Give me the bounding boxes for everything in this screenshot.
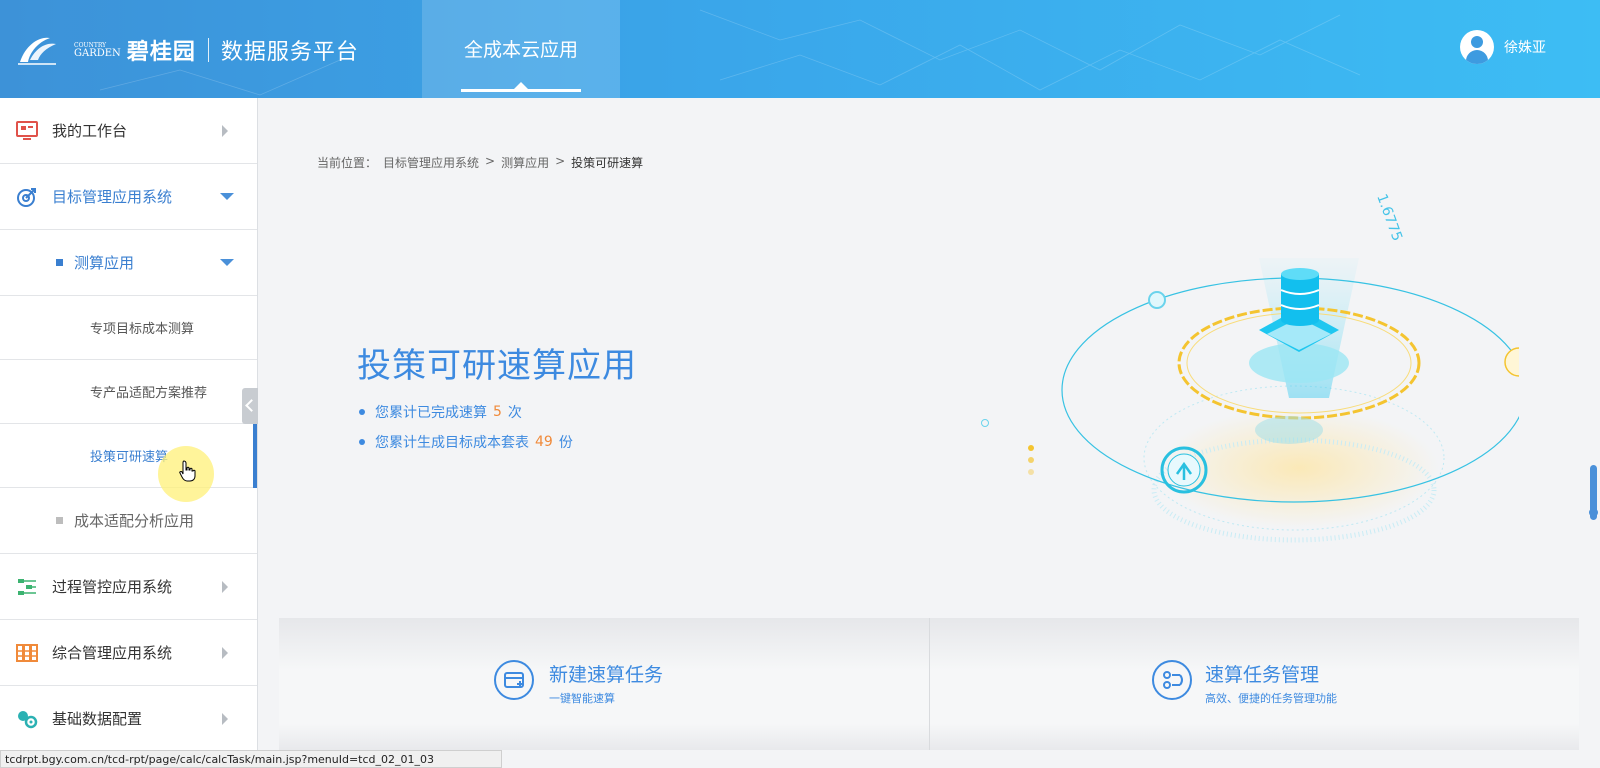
stat-unit: 份 bbox=[558, 435, 573, 451]
user-name: 徐姝亚 bbox=[1504, 40, 1546, 56]
process-icon bbox=[18, 578, 36, 595]
sidebar-item-label: 测算应用 bbox=[74, 254, 135, 272]
task-management-card[interactable]: 速算任务管理 高效、便捷的任务管理功能 bbox=[929, 618, 1579, 750]
hand-cursor-icon bbox=[179, 460, 196, 482]
logo-en-line2: GARDEN bbox=[74, 48, 121, 59]
breadcrumb-current: 投策可研速算 bbox=[571, 156, 644, 170]
config-icon bbox=[18, 710, 38, 728]
breadcrumb-separator: > bbox=[555, 154, 566, 168]
chevron-right-icon bbox=[222, 124, 228, 137]
page-title: 投策可研速算应用 bbox=[357, 346, 637, 386]
main-content: 当前位置： 目标管理应用系统 > 测算应用 > 投策可研速算 投策可研速算应用 … bbox=[259, 98, 1600, 750]
breadcrumb: 当前位置： 目标管理应用系统 > 测算应用 > 投策可研速算 bbox=[317, 154, 643, 171]
action-cards: 新建速算任务 一键智能速算 速算任务管理 高效、便捷的任务管理功能 bbox=[279, 618, 1579, 750]
scrollbar-knob[interactable] bbox=[1589, 508, 1598, 517]
breadcrumb-separator: > bbox=[485, 154, 496, 168]
sidebar-item-target-management[interactable]: 目标管理应用系统 bbox=[0, 164, 257, 230]
task-manage-icon bbox=[1152, 660, 1192, 700]
card-subtitle: 高效、便捷的任务管理功能 bbox=[1205, 692, 1337, 705]
chevron-down-icon bbox=[220, 259, 234, 266]
browser-status-bar: tcdrpt.bgy.com.cn/tcd-rpt/page/calc/calc… bbox=[0, 750, 502, 768]
bullet-square-icon bbox=[56, 517, 63, 524]
database-hologram-illustration: 1.6775 bbox=[981, 192, 1519, 543]
avatar bbox=[1460, 30, 1494, 64]
sidebar-item-label: 综合管理应用系统 bbox=[52, 644, 173, 662]
sidebar-item-label: 目标管理应用系统 bbox=[52, 188, 173, 206]
logo-divider bbox=[207, 38, 209, 62]
illustration-label: 1.6775 bbox=[1373, 192, 1405, 244]
sidebar-collapse-button[interactable] bbox=[242, 388, 258, 424]
breadcrumb-link[interactable]: 目标管理应用系统 bbox=[383, 154, 479, 171]
breadcrumb-link[interactable]: 测算应用 bbox=[501, 154, 549, 171]
tab-caret-icon bbox=[514, 82, 528, 89]
bullet-dot-icon bbox=[359, 409, 365, 415]
workbench-icon bbox=[16, 120, 38, 140]
sidebar-item-label: 专产品适配方案推荐 bbox=[90, 386, 208, 401]
sidebar-item-label: 基础数据配置 bbox=[52, 710, 143, 728]
sidebar-item-general-management[interactable]: 综合管理应用系统 bbox=[0, 620, 257, 686]
sidebar: 我的工作台 目标管理应用系统 测算应用 专项目标成本测算 专产品适配方案推荐 投… bbox=[0, 98, 258, 750]
top-header: COUNTRY GARDEN 碧桂园 数据服务平台 全成本云应用 徐姝亚 bbox=[0, 0, 1600, 98]
chevron-right-icon bbox=[222, 580, 228, 593]
sidebar-item-label: 我的工作台 bbox=[52, 122, 128, 140]
stat-value: 5 bbox=[493, 404, 502, 420]
sidebar-item-workbench[interactable]: 我的工作台 bbox=[0, 98, 257, 164]
card-title: 速算任务管理 bbox=[1205, 664, 1320, 686]
new-task-card[interactable]: 新建速算任务 一键智能速算 bbox=[279, 618, 929, 750]
tab-active-underline bbox=[461, 89, 581, 92]
logo-chinese-text: 碧桂园 bbox=[126, 39, 196, 65]
stat-completed-calcs: 您累计已完成速算 5 次 bbox=[359, 402, 522, 422]
sidebar-item-label: 过程管控应用系统 bbox=[52, 578, 173, 596]
bullet-square-icon bbox=[56, 259, 63, 266]
stat-value: 49 bbox=[535, 434, 553, 450]
brand-logo[interactable]: COUNTRY GARDEN 碧桂园 数据服务平台 bbox=[16, 30, 359, 70]
sidebar-item-label: 专项目标成本测算 bbox=[90, 322, 195, 337]
new-task-icon bbox=[494, 660, 534, 700]
sidebar-item-special-target-cost[interactable]: 专项目标成本测算 bbox=[0, 296, 257, 360]
sidebar-item-cost-fit-analysis[interactable]: 成本适配分析应用 bbox=[0, 488, 257, 554]
sidebar-item-label: 成本适配分析应用 bbox=[74, 512, 195, 530]
stat-label: 您累计已完成速算 bbox=[375, 405, 487, 421]
sidebar-item-base-data-config[interactable]: 基础数据配置 bbox=[0, 686, 257, 750]
bullet-dot-icon bbox=[359, 439, 365, 445]
user-menu[interactable]: 徐姝亚 bbox=[1460, 30, 1546, 64]
sidebar-item-quick-calc[interactable]: 投策可研速算 bbox=[0, 424, 257, 488]
breadcrumb-prefix: 当前位置： bbox=[317, 156, 378, 170]
stat-label: 您累计生成目标成本套表 bbox=[375, 435, 529, 451]
sidebar-item-calc-apps[interactable]: 测算应用 bbox=[0, 230, 257, 296]
stat-generated-tables: 您累计生成目标成本套表 49 份 bbox=[359, 432, 573, 452]
sidebar-item-process-control[interactable]: 过程管控应用系统 bbox=[0, 554, 257, 620]
tab-label: 全成本云应用 bbox=[463, 38, 578, 61]
sidebar-item-label: 投策可研速算 bbox=[90, 450, 169, 465]
target-icon bbox=[17, 187, 36, 207]
chevron-right-icon bbox=[222, 712, 228, 725]
sidebar-item-product-scheme[interactable]: 专产品适配方案推荐 bbox=[0, 360, 257, 424]
chevron-down-icon bbox=[220, 193, 234, 200]
tab-full-cost-cloud[interactable]: 全成本云应用 bbox=[422, 0, 620, 98]
card-title: 新建速算任务 bbox=[549, 664, 664, 686]
country-garden-logo-icon bbox=[16, 32, 72, 68]
stat-unit: 次 bbox=[507, 405, 522, 421]
grid-icon bbox=[16, 643, 38, 662]
card-subtitle: 一键智能速算 bbox=[549, 692, 615, 705]
chevron-right-icon bbox=[222, 646, 228, 659]
platform-title: 数据服务平台 bbox=[220, 40, 359, 65]
logo-english-text: COUNTRY GARDEN bbox=[74, 42, 121, 59]
